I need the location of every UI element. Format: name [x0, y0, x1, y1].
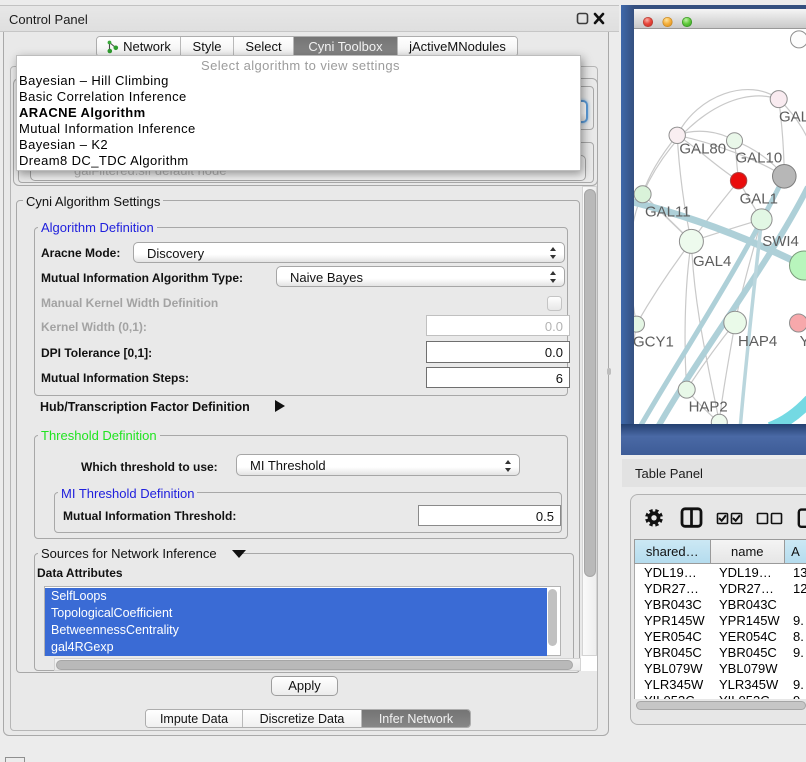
svg-text:GCY1: GCY1 — [634, 334, 674, 351]
svg-text:GAL10: GAL10 — [736, 150, 783, 167]
svg-text:GAL11: GAL11 — [645, 204, 691, 221]
svg-text:SWI4: SWI4 — [762, 233, 799, 250]
svg-text:GAL80: GAL80 — [679, 141, 726, 158]
svg-text:GAL4: GAL4 — [693, 253, 731, 270]
svg-text:GAL1: GAL1 — [740, 191, 778, 208]
svg-text:YJ: YJ — [800, 333, 806, 350]
svg-text:HAP4: HAP4 — [738, 333, 777, 350]
svg-text:GAL2: GAL2 — [779, 109, 806, 126]
svg-text:HAP2: HAP2 — [689, 399, 728, 416]
